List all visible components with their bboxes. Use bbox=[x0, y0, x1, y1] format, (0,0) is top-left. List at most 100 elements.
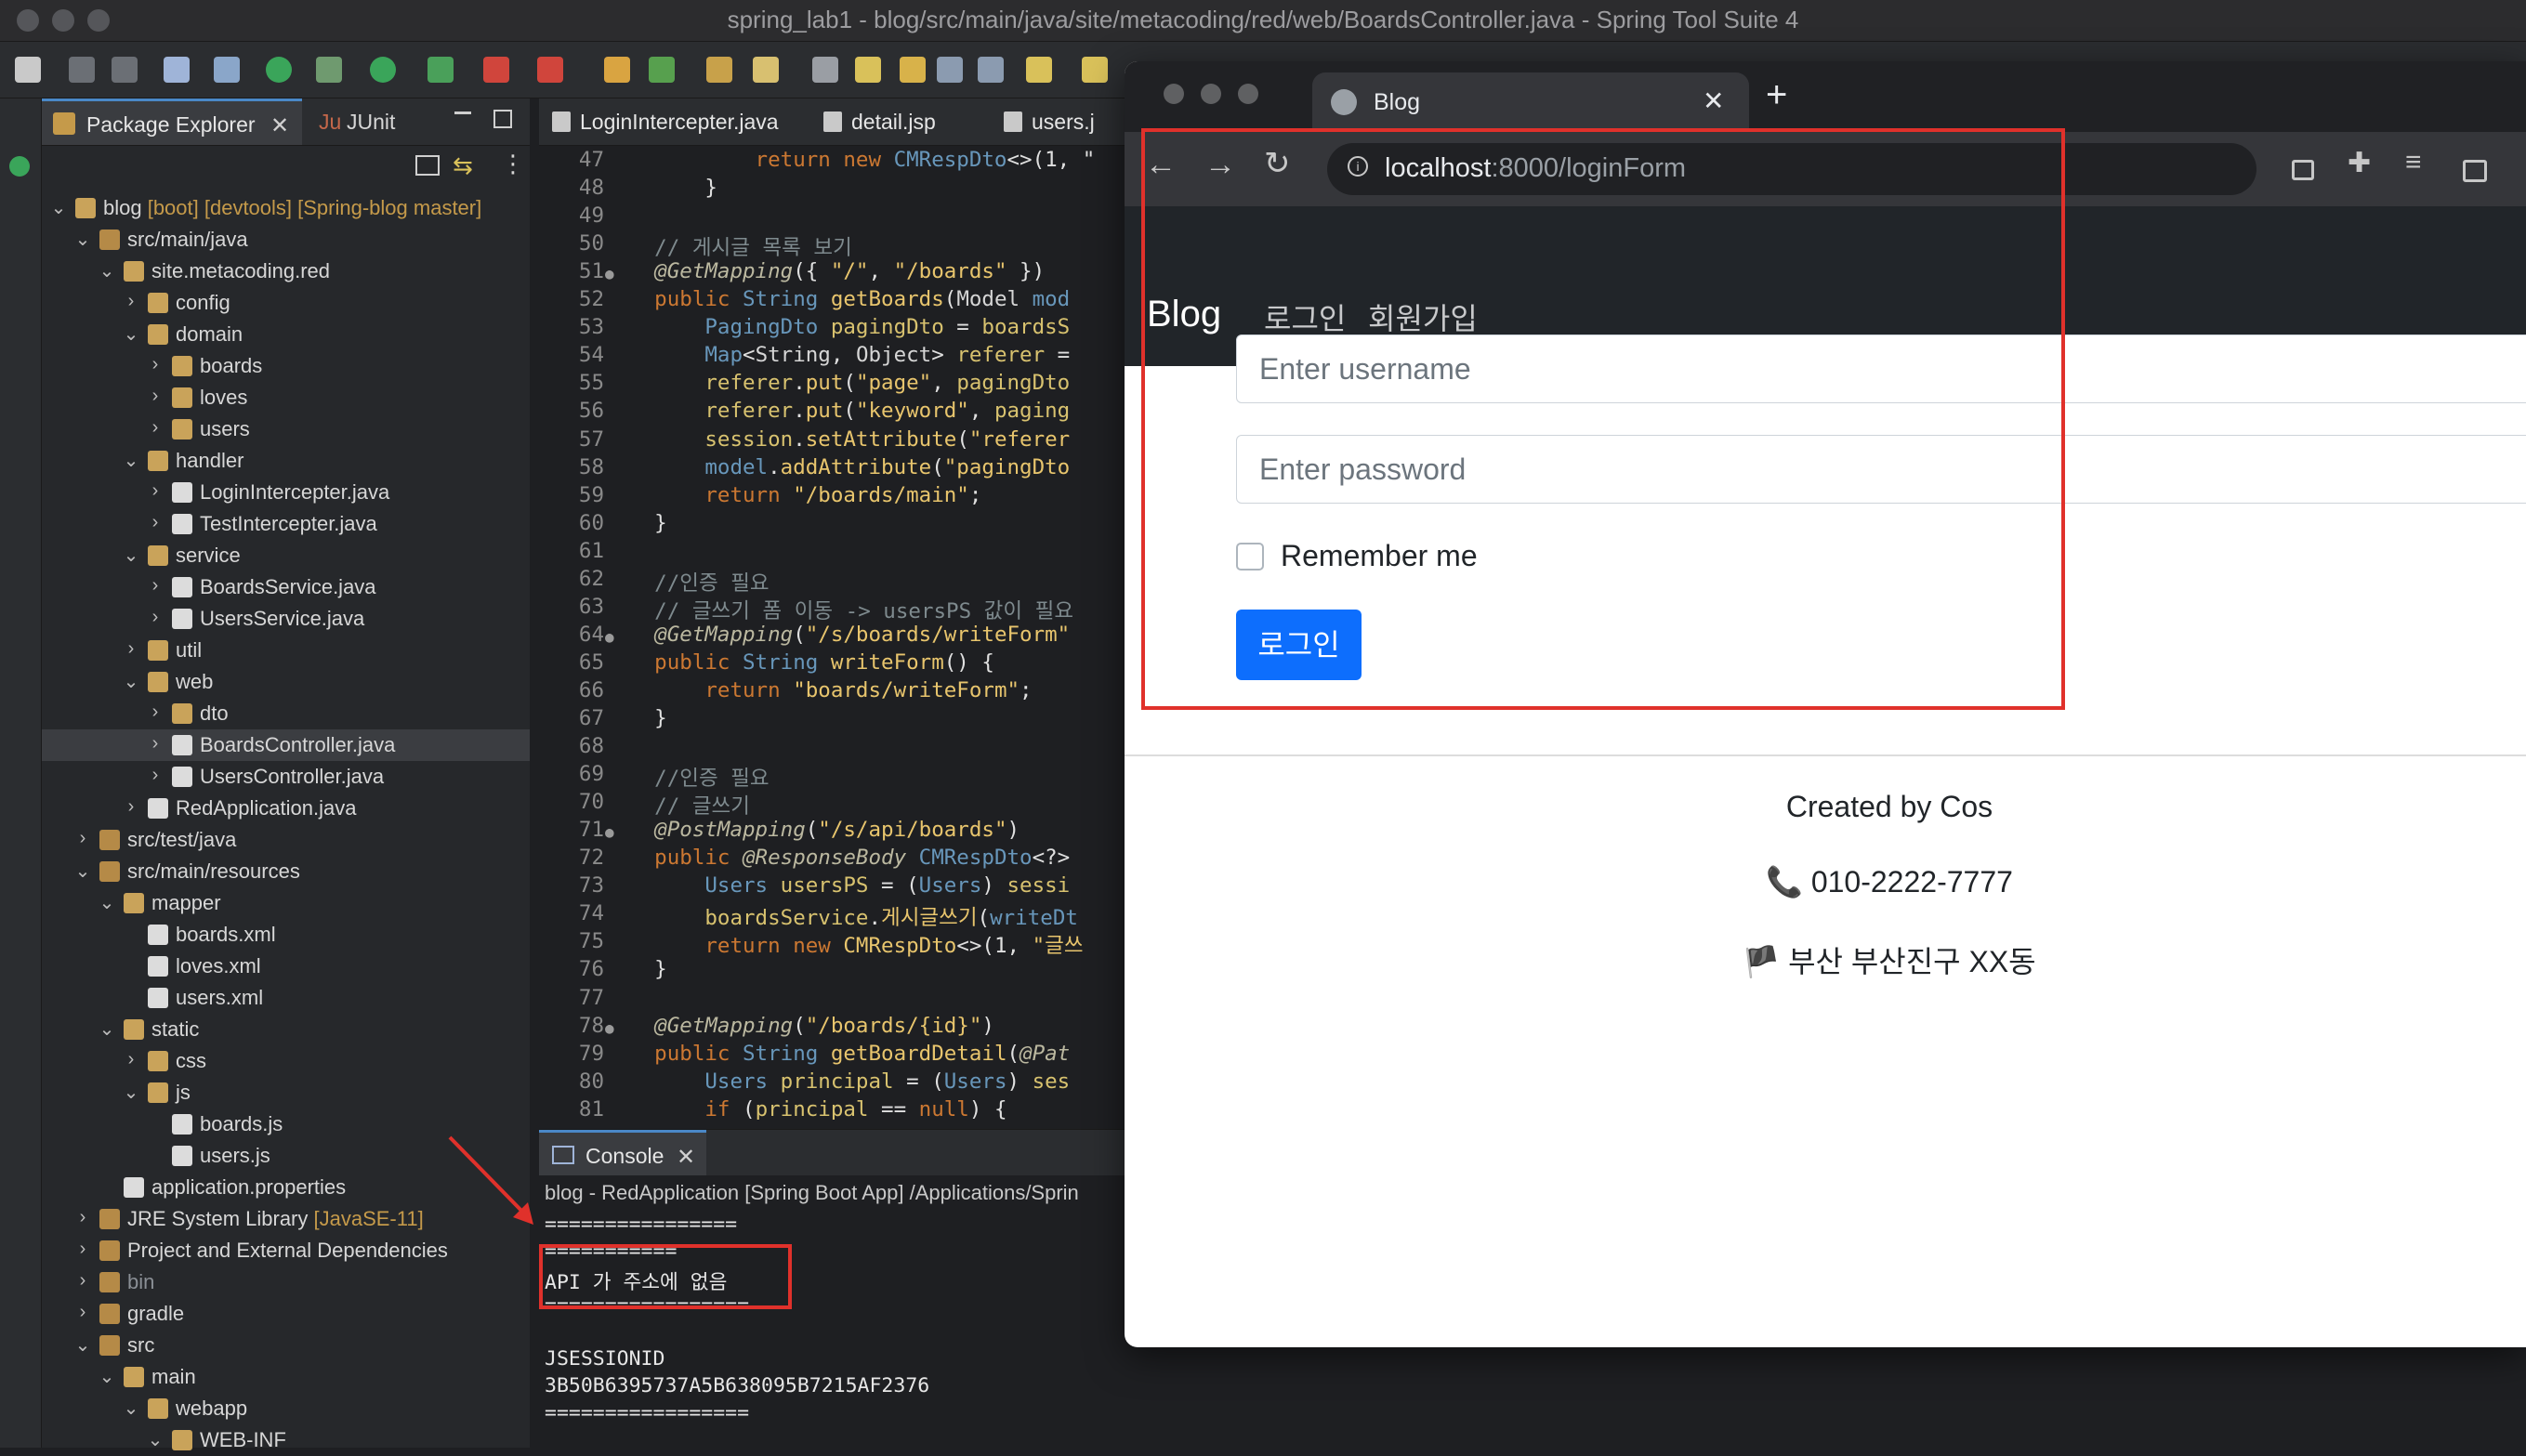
media-icon[interactable] bbox=[2292, 160, 2314, 180]
previous-edit-icon[interactable] bbox=[1026, 57, 1052, 83]
collapse-all-icon[interactable] bbox=[415, 155, 440, 176]
chevron-right-icon[interactable]: › bbox=[146, 607, 164, 628]
tree-item[interactable]: › css bbox=[42, 1045, 530, 1077]
tree-item[interactable]: ⌄ handler bbox=[42, 445, 530, 477]
tree-item[interactable]: ⌄ blog [boot] [devtools] [Spring-blog mas… bbox=[42, 192, 530, 224]
tree-item[interactable]: ⌄ static bbox=[42, 1014, 530, 1045]
close-icon[interactable]: ✕ bbox=[270, 112, 289, 139]
new-file-icon[interactable] bbox=[15, 57, 41, 83]
tree-item[interactable]: › src/test/java bbox=[42, 824, 530, 856]
tree-item[interactable]: users.xml bbox=[42, 982, 530, 1014]
chevron-down-icon[interactable]: ⌄ bbox=[122, 544, 140, 567]
tree-item[interactable]: › util bbox=[42, 635, 530, 666]
chevron-down-icon[interactable]: ⌄ bbox=[122, 1397, 140, 1420]
stop-icon[interactable] bbox=[483, 57, 509, 83]
boot-dashboard-icon[interactable] bbox=[9, 156, 30, 177]
close-tab-icon[interactable]: ✕ bbox=[1703, 85, 1724, 116]
chevron-down-icon[interactable]: ⌄ bbox=[98, 1017, 116, 1041]
chevron-right-icon[interactable]: › bbox=[146, 575, 164, 597]
tree-item[interactable]: ⌄ mapper bbox=[42, 887, 530, 919]
save-icon[interactable] bbox=[69, 57, 95, 83]
tree-item[interactable]: ⌄ domain bbox=[42, 319, 530, 350]
tree-item[interactable]: › RedApplication.java bbox=[42, 793, 530, 824]
new-java-project-icon[interactable] bbox=[604, 57, 630, 83]
new-class-icon[interactable] bbox=[649, 57, 675, 83]
debug-icon[interactable] bbox=[316, 57, 342, 83]
chevron-down-icon[interactable]: ⌄ bbox=[98, 891, 116, 914]
tree-item[interactable]: › loves bbox=[42, 382, 530, 413]
next-annotation-icon[interactable] bbox=[900, 57, 926, 83]
save-all-icon[interactable] bbox=[112, 57, 138, 83]
external-tools-icon[interactable] bbox=[428, 57, 454, 83]
chevron-down-icon[interactable]: ⌄ bbox=[122, 449, 140, 472]
tree-item[interactable]: ⌄ src/main/java bbox=[42, 224, 530, 256]
skip-breakpoints-icon[interactable] bbox=[214, 57, 240, 83]
tree-item[interactable]: loves.xml bbox=[42, 951, 530, 982]
chevron-down-icon[interactable]: ⌄ bbox=[73, 228, 92, 251]
block-selection-icon[interactable] bbox=[937, 57, 963, 83]
chevron-right-icon[interactable]: › bbox=[146, 765, 164, 786]
tree-item[interactable]: › gradle bbox=[42, 1298, 530, 1330]
chevron-right-icon[interactable]: › bbox=[146, 733, 164, 754]
tab-detail-jsp[interactable]: detail.jsp bbox=[814, 98, 972, 145]
chevron-right-icon[interactable]: › bbox=[146, 512, 164, 533]
tree-item[interactable]: › BoardsService.java bbox=[42, 571, 530, 603]
tree-item[interactable]: › UsersService.java bbox=[42, 603, 530, 635]
reading-list-icon[interactable]: ≡ bbox=[2405, 147, 2422, 178]
browser-tab-blog[interactable]: Blog ✕ bbox=[1312, 72, 1749, 132]
chevron-right-icon[interactable]: › bbox=[122, 638, 140, 660]
chevron-right-icon[interactable]: › bbox=[73, 1302, 92, 1323]
chevron-down-icon[interactable]: ⌄ bbox=[146, 1428, 164, 1451]
tree-item[interactable]: › TestIntercepter.java bbox=[42, 508, 530, 540]
chevron-right-icon[interactable]: › bbox=[73, 1239, 92, 1260]
chevron-right-icon[interactable]: › bbox=[122, 291, 140, 312]
maximize-view-icon[interactable] bbox=[493, 110, 512, 128]
forward-history-icon[interactable] bbox=[1082, 57, 1108, 83]
chevron-down-icon[interactable]: ⌄ bbox=[49, 196, 68, 219]
open-task-icon[interactable] bbox=[812, 57, 838, 83]
chevron-down-icon[interactable]: ⌄ bbox=[122, 1081, 140, 1104]
tree-item[interactable]: › config bbox=[42, 287, 530, 319]
tree-item[interactable]: ⌄ src/main/resources bbox=[42, 856, 530, 887]
chevron-right-icon[interactable]: › bbox=[73, 828, 92, 849]
tree-item[interactable]: ⌄ site.metacoding.red bbox=[42, 256, 530, 287]
tree-item[interactable]: › BoardsController.java bbox=[42, 729, 530, 761]
chevron-right-icon[interactable]: › bbox=[122, 796, 140, 818]
tree-item[interactable]: ⌄ webapp bbox=[42, 1393, 530, 1424]
code-editor[interactable]: 47 return new CMRespDto<>(1, " 48 } 49 50 /… bbox=[539, 146, 1125, 1120]
new-tab-icon[interactable]: + bbox=[1766, 74, 1787, 116]
tree-item[interactable]: › users bbox=[42, 413, 530, 445]
chevron-down-icon[interactable]: ⌄ bbox=[98, 259, 116, 282]
tree-item[interactable]: ⌄ service bbox=[42, 540, 530, 571]
run-icon[interactable] bbox=[370, 57, 396, 83]
side-panel-icon[interactable] bbox=[2463, 160, 2487, 182]
tree-item[interactable]: › boards bbox=[42, 350, 530, 382]
chevron-right-icon[interactable]: › bbox=[146, 417, 164, 439]
tree-item[interactable]: › UsersController.java bbox=[42, 761, 530, 793]
tree-item[interactable]: ⌄ web bbox=[42, 666, 530, 698]
chevron-right-icon[interactable]: › bbox=[122, 1049, 140, 1070]
close-window-button[interactable] bbox=[1164, 84, 1184, 104]
chevron-down-icon[interactable]: ⌄ bbox=[73, 859, 92, 883]
tree-item[interactable]: boards.xml bbox=[42, 919, 530, 951]
tree-item[interactable]: › dto bbox=[42, 698, 530, 729]
close-icon[interactable]: ✕ bbox=[677, 1144, 695, 1171]
tree-item[interactable]: ⌄ WEB-INF bbox=[42, 1424, 530, 1456]
tab-junit[interactable]: Ju JUnit bbox=[313, 98, 453, 145]
tree-item[interactable]: › Project and External Dependencies bbox=[42, 1235, 530, 1266]
view-menu-icon[interactable]: ⋮ bbox=[501, 150, 525, 178]
terminal-icon[interactable] bbox=[164, 57, 190, 83]
tree-item[interactable]: ⌄ src bbox=[42, 1330, 530, 1361]
tab-login-intercepter[interactable]: LoginIntercepter.java bbox=[539, 98, 799, 145]
mark-occurrences-icon[interactable] bbox=[855, 57, 881, 83]
zoom-window-button[interactable] bbox=[1238, 84, 1258, 104]
chevron-right-icon[interactable]: › bbox=[73, 1207, 92, 1228]
link-with-editor-icon[interactable]: ⇆ bbox=[453, 151, 473, 180]
extensions-icon[interactable]: ✚ bbox=[2348, 147, 2371, 179]
tab-users-js[interactable]: users.j bbox=[994, 98, 1125, 145]
show-whitespace-icon[interactable] bbox=[978, 57, 1004, 83]
tree-item[interactable]: › bin bbox=[42, 1266, 530, 1298]
chevron-right-icon[interactable]: › bbox=[146, 354, 164, 375]
relaunch-icon[interactable] bbox=[537, 57, 563, 83]
chevron-right-icon[interactable]: › bbox=[146, 480, 164, 502]
